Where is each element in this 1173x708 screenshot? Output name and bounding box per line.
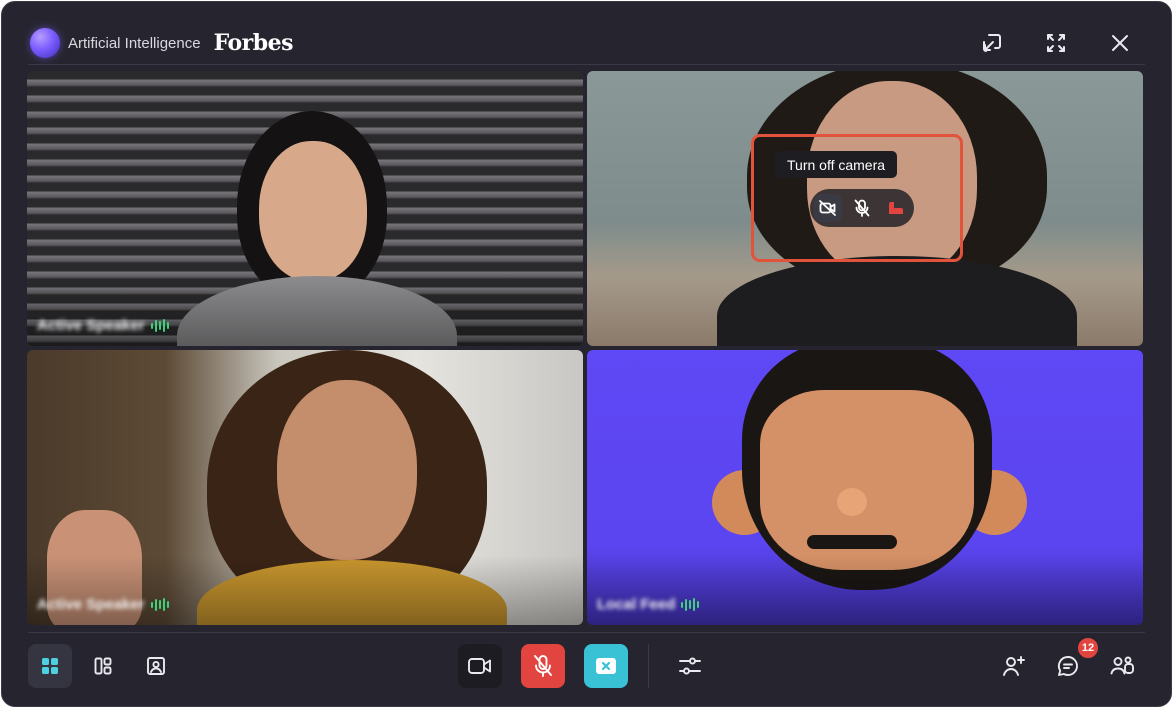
mic-off-icon xyxy=(854,199,870,217)
unread-badge: 12 xyxy=(1076,636,1100,660)
minimize-window-icon xyxy=(983,34,1001,52)
header-actions xyxy=(969,24,1143,62)
speaking-indicator-icon xyxy=(150,319,169,333)
sidebar-layout-button[interactable] xyxy=(81,644,125,688)
mute-participant-button[interactable] xyxy=(848,194,876,222)
participants-button[interactable] xyxy=(1100,644,1144,688)
mic-toggle-button[interactable] xyxy=(521,644,565,688)
camera-off-icon xyxy=(819,200,836,216)
people-icon xyxy=(1110,656,1134,675)
settings-button[interactable] xyxy=(668,644,712,688)
turn-off-camera-button[interactable] xyxy=(814,194,842,222)
participant-label: Local Feed xyxy=(597,596,700,613)
tile-shade xyxy=(587,555,1143,625)
tile-controls xyxy=(810,189,914,227)
layout-icon xyxy=(94,657,112,675)
video-tile-1[interactable]: Active Speaker xyxy=(27,71,583,346)
participant-name: Active Speaker xyxy=(37,596,145,613)
brand-logo: Forbes xyxy=(213,30,294,56)
grid-view-button[interactable] xyxy=(28,644,72,688)
portrait-frame-icon xyxy=(147,657,165,675)
sliders-icon xyxy=(679,657,701,675)
toolbar-separator xyxy=(648,644,649,688)
video-tile-3[interactable]: Active Speaker xyxy=(27,350,583,625)
camera-toggle-button[interactable] xyxy=(458,644,502,688)
participant-label: Active Speaker xyxy=(37,317,169,334)
tile-shade xyxy=(27,555,583,625)
participant-name: Active Speaker xyxy=(37,317,145,334)
minimize-button[interactable] xyxy=(969,24,1015,62)
remove-participant-button[interactable] xyxy=(882,194,910,222)
tooltip: Turn off camera xyxy=(775,151,898,178)
close-icon xyxy=(1112,35,1128,51)
stop-share-button[interactable] xyxy=(584,644,628,688)
video-camera-icon xyxy=(468,658,491,674)
chat-bubble-icon xyxy=(1057,656,1078,676)
remove-user-icon xyxy=(889,202,903,214)
toolbar-divider xyxy=(28,632,1145,633)
screen-share-stop-icon xyxy=(596,658,616,674)
ai-orb-logo xyxy=(30,28,60,58)
close-button[interactable] xyxy=(1097,24,1143,62)
add-participant-button[interactable] xyxy=(992,644,1036,688)
mic-off-icon xyxy=(534,655,552,677)
grid-icon xyxy=(42,658,58,674)
add-user-icon xyxy=(1003,656,1025,676)
speaker-view-button[interactable] xyxy=(134,644,178,688)
tile-shade xyxy=(27,276,583,346)
speaking-indicator-icon xyxy=(681,598,700,612)
speaking-indicator-icon xyxy=(150,598,169,612)
header: Artificial Intelligence Forbes xyxy=(30,24,1143,62)
fullscreen-icon xyxy=(1047,34,1065,52)
header-divider xyxy=(28,64,1145,65)
app-title: Artificial Intelligence xyxy=(68,34,201,52)
participant-label: Active Speaker xyxy=(37,596,169,613)
fullscreen-button[interactable] xyxy=(1033,24,1079,62)
participant-name: Local Feed xyxy=(597,596,676,613)
video-tile-4[interactable]: Local Feed xyxy=(587,350,1143,625)
